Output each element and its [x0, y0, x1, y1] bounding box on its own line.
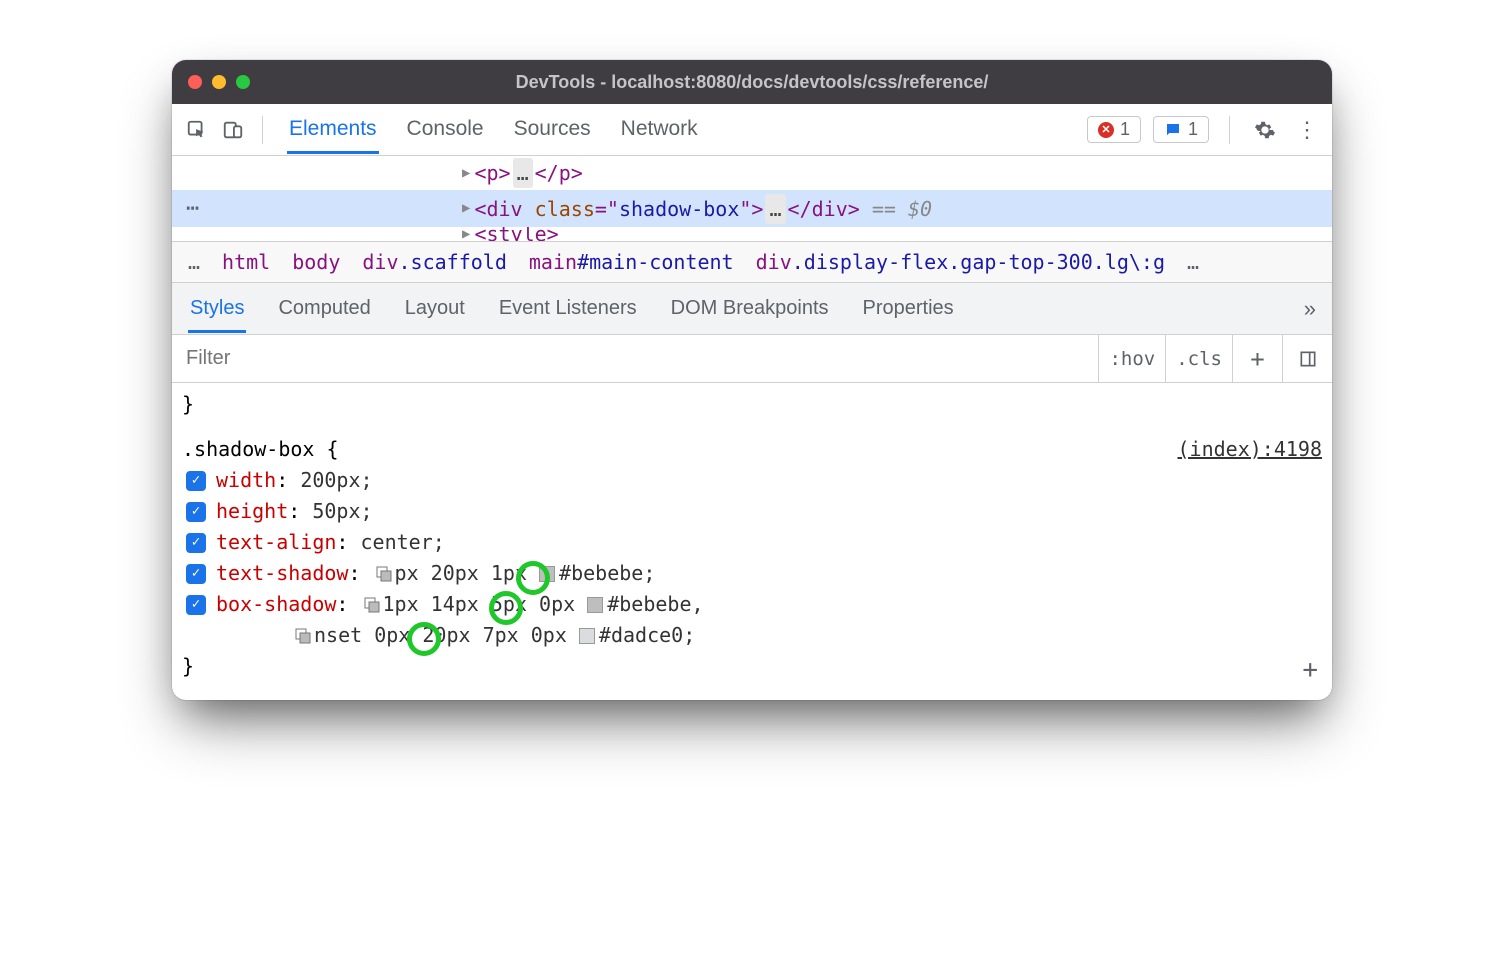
expand-caret-icon: ▶ [462, 227, 470, 241]
dom-row-selected[interactable]: ⋯ ▶ <div class="shadow-box">…</div> == $… [172, 190, 1332, 227]
css-declaration[interactable]: ✓ box-shadow: 1px 14px 5px 0px #bebebe, [182, 589, 1322, 620]
css-declaration-continuation[interactable]: nset 0px 20px 7px 0px #dadce0; [182, 620, 1322, 651]
separator [262, 116, 263, 144]
dom-tag: <p> [474, 158, 510, 188]
device-toggle-icon[interactable] [218, 115, 248, 145]
devtools-window: DevTools - localhost:8080/docs/devtools/… [172, 60, 1332, 700]
window-controls [188, 75, 250, 89]
error-icon: ✕ [1098, 122, 1114, 138]
panel-tabs: Elements Console Sources Network [287, 105, 700, 154]
tab-elements[interactable]: Elements [287, 105, 379, 154]
subtab-properties[interactable]: Properties [861, 285, 956, 333]
decl-checkbox[interactable]: ✓ [186, 595, 206, 615]
selected-marker: == $0 [860, 194, 932, 224]
decl-checkbox[interactable]: ✓ [186, 533, 206, 553]
subtab-computed[interactable]: Computed [276, 285, 372, 333]
dom-row[interactable]: ▶ <p>…</p> [172, 156, 1332, 190]
tab-console[interactable]: Console [405, 105, 486, 154]
shadow-editor-icon[interactable] [361, 594, 383, 616]
shadow-editor-icon[interactable] [373, 563, 395, 585]
css-declaration[interactable]: ✓ text-align: center; [182, 527, 1322, 558]
subtab-event-listeners[interactable]: Event Listeners [497, 285, 639, 333]
crumb-item[interactable]: main#main-content [529, 250, 734, 274]
color-swatch[interactable] [539, 566, 555, 582]
message-count: 1 [1188, 119, 1198, 140]
decl-checkbox[interactable]: ✓ [186, 564, 206, 584]
decl-checkbox[interactable]: ✓ [186, 502, 206, 522]
minimize-window-button[interactable] [212, 75, 226, 89]
window-title: DevTools - localhost:8080/docs/devtools/… [172, 72, 1332, 93]
shadow-editor-icon[interactable] [292, 625, 314, 647]
tab-sources[interactable]: Sources [512, 105, 593, 154]
prev-rule-close: } [182, 389, 1322, 420]
rule-close: } [182, 651, 1322, 682]
styles-filter-bar: :hov .cls + [172, 335, 1332, 383]
main-toolbar: Elements Console Sources Network ✕ 1 1 ⋮ [172, 104, 1332, 156]
subtab-dom-breakpoints[interactable]: DOM Breakpoints [669, 285, 831, 333]
computed-toggle-icon[interactable] [1282, 335, 1332, 382]
dom-tag-close: </p> [535, 158, 583, 188]
tab-network[interactable]: Network [619, 105, 700, 154]
color-swatch[interactable] [587, 597, 603, 613]
dom-breadcrumb[interactable]: … html body div.scaffold main#main-conte… [172, 242, 1332, 283]
css-declaration[interactable]: ✓ text-shadow: px 20px 1px #bebebe; [182, 558, 1322, 589]
close-window-button[interactable] [188, 75, 202, 89]
subtab-more-icon[interactable]: » [1304, 296, 1316, 322]
error-count: 1 [1120, 119, 1130, 140]
message-count-pill[interactable]: 1 [1153, 116, 1209, 143]
add-declaration-icon[interactable]: + [1302, 650, 1318, 690]
overflow-icon[interactable]: ⋯ [186, 192, 216, 225]
crumb-item[interactable]: body [292, 250, 340, 274]
rule-source-link[interactable]: (index):4198 [1178, 434, 1323, 465]
maximize-window-button[interactable] [236, 75, 250, 89]
crumb-item[interactable]: html [222, 250, 270, 274]
toolbar-right: ✕ 1 1 ⋮ [1087, 115, 1322, 145]
more-icon[interactable]: ⋮ [1292, 115, 1322, 145]
settings-icon[interactable] [1250, 115, 1280, 145]
titlebar: DevTools - localhost:8080/docs/devtools/… [172, 60, 1332, 104]
message-icon [1164, 121, 1182, 139]
rule-selector[interactable]: .shadow-box { [182, 434, 339, 465]
error-count-pill[interactable]: ✕ 1 [1087, 116, 1141, 143]
dom-tree[interactable]: ▶ <p>…</p> ⋯ ▶ <div class="shadow-box">…… [172, 156, 1332, 242]
css-declaration[interactable]: ✓ width: 200px; [182, 465, 1322, 496]
styles-filter-input[interactable] [172, 347, 1098, 370]
crumb-overflow-left[interactable]: … [188, 250, 200, 274]
styles-pane[interactable]: } .shadow-box { (index):4198 ✓ width: 20… [172, 383, 1332, 700]
dom-ellipsis: … [513, 158, 533, 188]
inspect-icon[interactable] [182, 115, 212, 145]
rule-header: .shadow-box { (index):4198 [182, 434, 1322, 465]
expand-caret-icon[interactable]: ▶ [462, 198, 470, 219]
new-rule-button[interactable]: + [1232, 335, 1282, 382]
expand-caret-icon[interactable]: ▶ [462, 163, 470, 184]
subtab-layout[interactable]: Layout [403, 285, 467, 333]
crumb-item[interactable]: div.scaffold [362, 250, 507, 274]
separator [1229, 116, 1230, 144]
crumb-overflow-right[interactable]: … [1187, 250, 1199, 274]
subtab-styles[interactable]: Styles [188, 285, 246, 333]
decl-checkbox[interactable]: ✓ [186, 471, 206, 491]
hov-toggle[interactable]: :hov [1098, 335, 1165, 382]
color-swatch[interactable] [579, 628, 595, 644]
dom-row-partial: ▶ <style> [172, 227, 1332, 241]
cls-toggle[interactable]: .cls [1165, 335, 1232, 382]
styles-subtabs: Styles Computed Layout Event Listeners D… [172, 283, 1332, 335]
css-declaration[interactable]: ✓ height: 50px; [182, 496, 1322, 527]
crumb-item[interactable]: div.display-flex.gap-top-300.lg\:g [756, 250, 1165, 274]
